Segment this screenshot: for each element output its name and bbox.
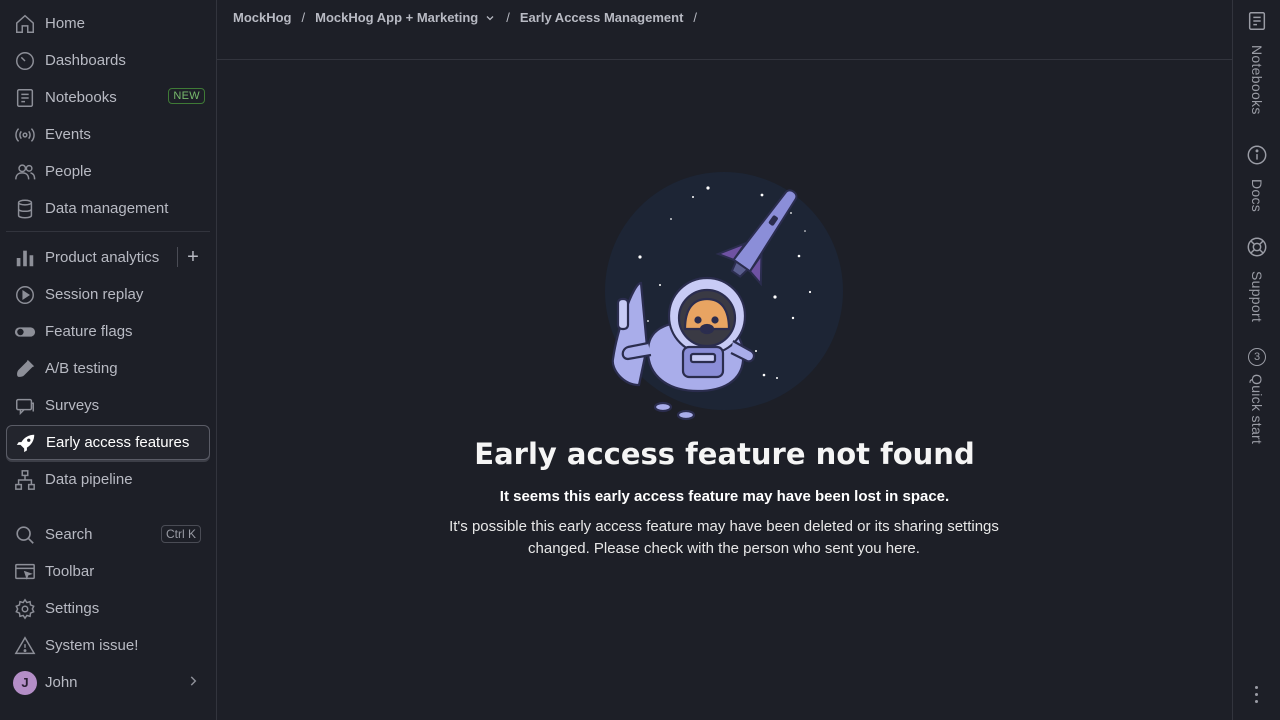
user-name: John	[45, 674, 78, 691]
left-sidebar: Home Dashboards Notebooks NEW Events Peo…	[0, 0, 217, 720]
page-title: Early access feature not found	[474, 437, 975, 471]
breadcrumb: MockHog / MockHog App + Marketing / Earl…	[233, 10, 707, 25]
sidebar-item-surveys[interactable]: Surveys	[6, 388, 210, 423]
page-description: It's possible this early access feature …	[449, 518, 999, 557]
sidebar-item-people[interactable]: People	[6, 154, 210, 189]
breadcrumb-project[interactable]: MockHog App + Marketing	[315, 10, 496, 25]
sidebar-item-toolbar[interactable]: Toolbar	[6, 554, 210, 589]
astronaut-hedgehog-illustration	[603, 171, 843, 427]
sidebar-item-label: Session replay	[45, 286, 144, 303]
flask-icon	[13, 357, 37, 381]
sidebar-item-notebooks[interactable]: Notebooks NEW	[6, 80, 210, 115]
sidebar-item-home[interactable]: Home	[6, 6, 210, 41]
toolbar-icon	[13, 560, 37, 584]
notebook-icon	[1246, 10, 1268, 37]
sidebar-item-search[interactable]: Search Ctrl K	[6, 517, 210, 552]
chevron-right-icon	[186, 674, 200, 692]
top-bar: MockHog / MockHog App + Marketing / Earl…	[217, 0, 1232, 60]
dashboard-icon	[13, 49, 37, 73]
sidebar-item-label: Settings	[45, 600, 100, 617]
sidebar-item-data-pipeline[interactable]: Data pipeline	[6, 462, 210, 497]
lifebuoy-icon	[1246, 236, 1268, 263]
sidebar-item-data-management[interactable]: Data management	[6, 191, 210, 226]
sidebar-item-label: Data management	[45, 200, 169, 217]
database-icon	[13, 197, 37, 221]
breadcrumb-separator: /	[301, 10, 306, 25]
plus-separator	[177, 247, 178, 267]
info-icon	[1246, 144, 1268, 171]
main-content: Early access feature not found It seems …	[217, 61, 1232, 720]
sidebar-item-label: Feature flags	[45, 323, 133, 340]
breadcrumb-org[interactable]: MockHog	[233, 10, 292, 25]
sidebar-item-user[interactable]: J John	[6, 665, 210, 700]
sidebar-item-label: A/B testing	[45, 360, 118, 377]
sidebar-item-session-replay[interactable]: Session replay	[6, 277, 210, 312]
breadcrumb-page[interactable]: Early Access Management	[520, 10, 684, 25]
sidebar-item-label: People	[45, 163, 92, 180]
rail-item-support[interactable]: Support	[1245, 236, 1269, 322]
rail-label: Notebooks	[1249, 45, 1265, 115]
sidebar-item-product-analytics[interactable]: Product analytics +	[6, 240, 210, 275]
sidebar-item-system-issue[interactable]: System issue!	[6, 628, 210, 663]
page-subtitle: It seems this early access feature may h…	[499, 488, 950, 505]
bar-chart-icon	[13, 246, 37, 270]
broadcast-icon	[13, 123, 37, 147]
rail-label: Support	[1249, 271, 1265, 323]
avatar-wrapper: J	[13, 670, 37, 695]
rail-item-quick-start[interactable]: 3 Quick start	[1245, 348, 1269, 444]
rail-item-docs[interactable]: Docs	[1245, 144, 1269, 212]
chat-icon	[13, 394, 37, 418]
more-options-icon[interactable]	[1255, 686, 1259, 703]
home-icon	[13, 12, 37, 36]
new-badge: NEW	[168, 88, 205, 104]
sidebar-item-label: Events	[45, 126, 91, 143]
rail-item-notebooks[interactable]: Notebooks	[1245, 10, 1269, 115]
sidebar-item-early-access-features[interactable]: Early access features	[6, 425, 210, 460]
rocket-icon	[14, 431, 38, 455]
sidebar-item-events[interactable]: Events	[6, 117, 210, 152]
sidebar-item-label: Early access features	[46, 434, 190, 451]
chevron-down-icon	[486, 15, 494, 20]
sidebar-item-settings[interactable]: Settings	[6, 591, 210, 626]
sidebar-item-label: Toolbar	[45, 563, 95, 580]
sidebar-item-label: Surveys	[45, 397, 100, 414]
toggle-icon	[13, 320, 37, 344]
warning-icon	[13, 634, 37, 658]
progress-icon: 3	[1248, 348, 1266, 366]
sidebar-item-label: Search	[45, 526, 93, 543]
sidebar-item-label: Notebooks	[45, 89, 117, 106]
new-insight-button[interactable]: +	[182, 245, 204, 269]
rail-label: Docs	[1249, 179, 1265, 213]
notebook-icon	[13, 86, 37, 110]
breadcrumb-separator: /	[506, 10, 510, 25]
gear-icon	[13, 597, 37, 621]
avatar: J	[13, 670, 37, 695]
sidebar-item-label: Product analytics	[45, 249, 160, 266]
pipeline-icon	[13, 468, 37, 492]
breadcrumb-project-label: MockHog App + Marketing	[315, 10, 479, 25]
rail-label: Quick start	[1249, 374, 1265, 445]
right-sidebar: Notebooks Docs Support 3 Quick start	[1232, 0, 1280, 720]
breadcrumb-separator: /	[693, 10, 698, 25]
sidebar-item-dashboards[interactable]: Dashboards	[6, 43, 210, 78]
search-icon	[13, 523, 37, 547]
people-icon	[13, 160, 37, 184]
search-shortcut: Ctrl K	[161, 525, 201, 543]
sidebar-item-label: Data pipeline	[45, 471, 133, 488]
sidebar-item-feature-flags[interactable]: Feature flags	[6, 314, 210, 349]
sidebar-item-label: System issue!	[45, 637, 139, 654]
sidebar-item-label: Dashboards	[45, 52, 126, 69]
sidebar-divider	[6, 231, 210, 232]
replay-icon	[13, 283, 37, 307]
sidebar-item-label: Home	[45, 15, 86, 32]
sidebar-item-ab-testing[interactable]: A/B testing	[6, 351, 210, 386]
